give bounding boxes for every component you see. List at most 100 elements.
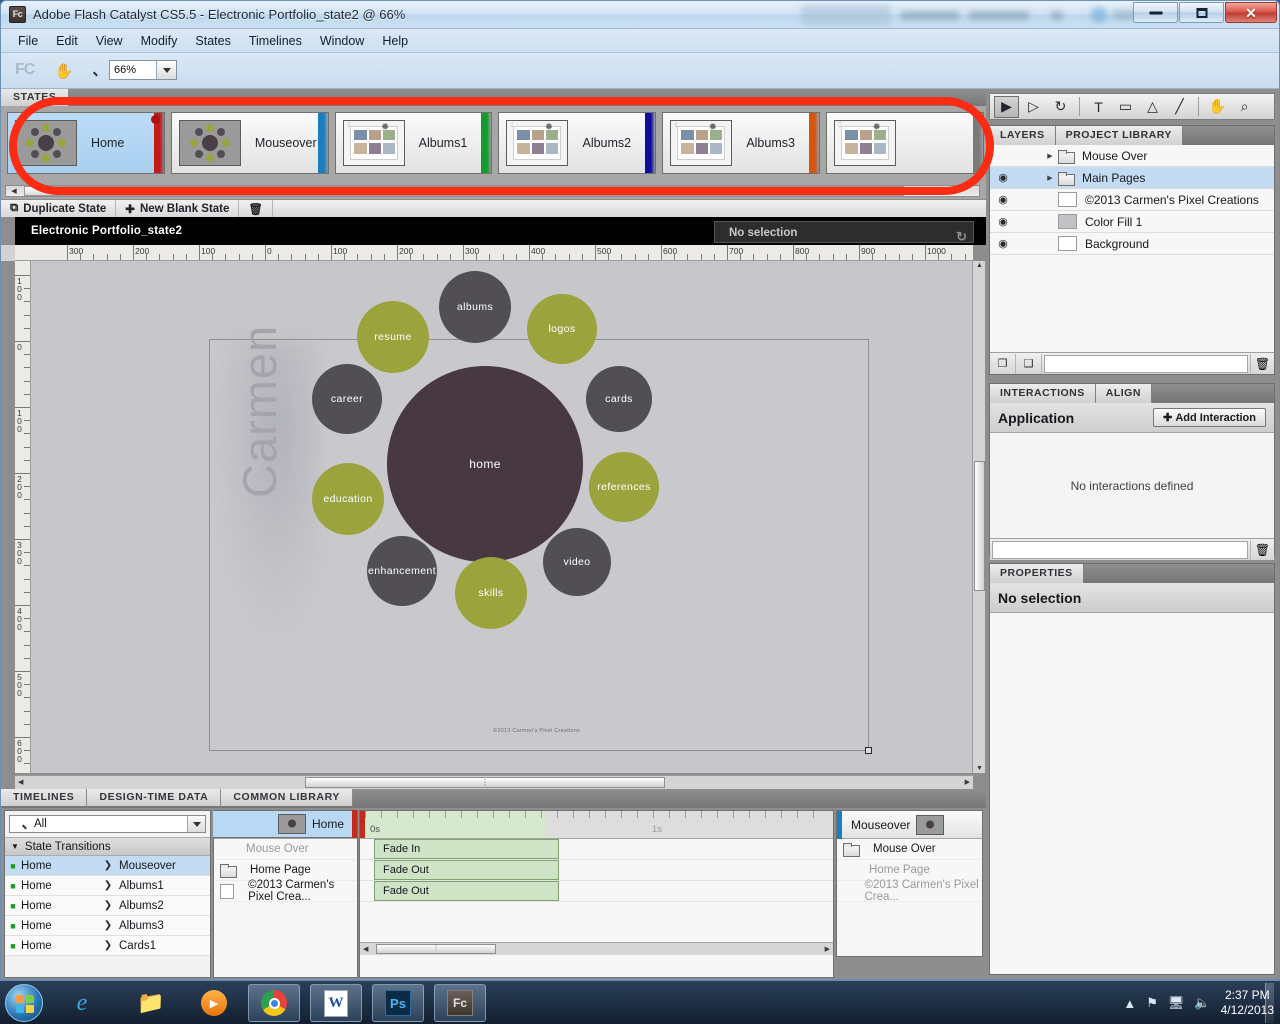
- flash-catalyst-icon[interactable]: Fc: [434, 984, 486, 1022]
- rectangle-icon[interactable]: ▭: [1113, 96, 1138, 118]
- layer-row[interactable]: ◉ ▶ Main Pages: [990, 167, 1274, 189]
- transitions-list[interactable]: ■ Home ❯ Mouseover ■ Home ❯ Albums1 ■ Home ❯ Albums…: [5, 856, 210, 956]
- to-state-object-row[interactable]: ©2013 Carmen's Pixel Crea...: [837, 879, 982, 903]
- eye-icon[interactable]: ◉: [990, 215, 1016, 228]
- internet-explorer-icon[interactable]: e: [56, 984, 108, 1022]
- selection-icon[interactable]: ▶: [994, 95, 1019, 118]
- rotate-icon[interactable]: ↻: [1048, 96, 1073, 118]
- transition-row[interactable]: ■ Home ❯ Albums1: [5, 876, 210, 896]
- media-player-icon[interactable]: ▶: [188, 984, 240, 1022]
- to-state-object-row[interactable]: Home Page: [837, 860, 982, 881]
- layer-row[interactable]: ◉ Color Fill 1: [990, 211, 1274, 233]
- menu-timelines[interactable]: Timelines: [240, 31, 311, 51]
- state-card-home[interactable]: Home: [7, 112, 165, 174]
- tab-common-library[interactable]: COMMON LIBRARY: [221, 789, 353, 806]
- menu-states[interactable]: States: [186, 31, 239, 51]
- google-chrome-icon[interactable]: [248, 984, 300, 1022]
- state-card-albums1[interactable]: ALBUMS ✹ Albums1: [334, 112, 493, 174]
- triangle-icon[interactable]: △: [1140, 96, 1165, 118]
- scroll-left-icon[interactable]: ◀: [18, 778, 23, 786]
- scroll-up-icon[interactable]: ▲: [976, 262, 983, 269]
- tab-interactions[interactable]: INTERACTIONS: [990, 384, 1096, 403]
- scrollbar-thumb[interactable]: [24, 186, 904, 196]
- menu-edit[interactable]: Edit: [47, 31, 87, 51]
- bubble-albums[interactable]: albums: [439, 271, 511, 343]
- tab-timelines[interactable]: TIMELINES: [1, 789, 88, 806]
- chevron-right-icon[interactable]: ▶: [1042, 174, 1058, 182]
- timeline-object-row[interactable]: Mouse Over: [214, 839, 357, 860]
- bubble-references[interactable]: references: [589, 452, 659, 522]
- from-state-header[interactable]: Home: [213, 810, 358, 838]
- chevron-up-icon[interactable]: ▲: [1123, 996, 1136, 1011]
- to-state-header[interactable]: Mouseover: [837, 811, 982, 839]
- bubble-enhancement[interactable]: enhancement: [367, 536, 437, 606]
- hand-icon[interactable]: ✋: [53, 60, 75, 82]
- transition-row[interactable]: ■ Home ❯ Cards1: [5, 936, 210, 956]
- tab-states[interactable]: STATES: [1, 89, 70, 106]
- state-card-albums3[interactable]: ALBUMS ✹ Albums3: [662, 112, 821, 174]
- timeline-tracks[interactable]: Fade In Fade Out Fade Out: [360, 839, 833, 902]
- network-icon[interactable]: 🖥: [1168, 995, 1185, 1011]
- state-card-mouseover[interactable]: Mouseover: [170, 112, 329, 174]
- microsoft-word-icon[interactable]: W: [310, 984, 362, 1022]
- timeline-effect-bar[interactable]: Fade Out: [374, 881, 559, 901]
- photoshop-icon[interactable]: Ps: [372, 984, 424, 1022]
- transition-row[interactable]: ■ Home ❯ Albums2: [5, 896, 210, 916]
- hand-icon[interactable]: ✋: [1205, 96, 1230, 118]
- artboard[interactable]: Carmen ©2013 Carmen's Pixel Creations ho…: [209, 271, 869, 751]
- transition-row[interactable]: ■ Home ❯ Albums3: [5, 916, 210, 936]
- eye-icon[interactable]: ◉: [990, 171, 1016, 184]
- scrollbar-thumb[interactable]: [974, 461, 985, 591]
- tab-layers[interactable]: LAYERS: [990, 126, 1056, 145]
- scrollbar-thumb[interactable]: ⋮: [376, 944, 496, 954]
- zoom-level-combo[interactable]: [109, 60, 177, 80]
- bubble-video[interactable]: video: [543, 528, 611, 596]
- state-transitions-group-header[interactable]: ▼ State Transitions: [5, 837, 210, 856]
- timeline-object-row[interactable]: ©2013 Carmen's Pixel Crea...: [214, 879, 357, 903]
- selection-handle[interactable]: [865, 747, 872, 754]
- timeline-effect-bar[interactable]: Fade In: [374, 839, 559, 859]
- tab-design-time-data[interactable]: DESIGN-TIME DATA: [87, 789, 222, 806]
- canvas-vertical-scrollbar[interactable]: ▲ ▼: [972, 261, 985, 773]
- tab-align[interactable]: ALIGN: [1095, 384, 1152, 403]
- state-card-albums2[interactable]: ALBUMS ✹ Albums2: [498, 112, 657, 174]
- timeline-effect-bar[interactable]: Fade Out: [374, 860, 559, 880]
- trash-icon[interactable]: 🗑: [1250, 353, 1274, 374]
- menu-window[interactable]: Window: [311, 31, 373, 51]
- chevron-right-icon[interactable]: ▶: [1042, 152, 1058, 160]
- volume-icon[interactable]: 🔈: [1194, 995, 1210, 1011]
- transition-row[interactable]: ■ Home ❯ Mouseover: [5, 856, 210, 876]
- new-blank-state-button[interactable]: ✚ New Blank State: [116, 199, 240, 218]
- layers-footer-field[interactable]: [1044, 354, 1248, 373]
- maximize-button[interactable]: [1179, 2, 1224, 23]
- windows-start-orb[interactable]: [5, 984, 43, 1022]
- scroll-down-icon[interactable]: ▼: [976, 765, 983, 772]
- timeline-object-row[interactable]: Home Page: [214, 860, 357, 881]
- scroll-left-icon[interactable]: ◀: [7, 187, 21, 195]
- bubble-education[interactable]: education: [312, 463, 384, 535]
- windows-explorer-icon[interactable]: 📁: [125, 984, 177, 1022]
- direct-selection-icon[interactable]: ▷: [1021, 96, 1046, 118]
- delete-state-button[interactable]: 🗑: [239, 199, 274, 218]
- eye-icon[interactable]: ◉: [990, 193, 1016, 206]
- minimize-button[interactable]: [1133, 2, 1178, 23]
- canvas-horizontal-scrollbar[interactable]: ◀ ⋮ ▶: [15, 775, 973, 789]
- bubble-career[interactable]: career: [312, 364, 382, 434]
- magnifier-icon[interactable]: [81, 60, 103, 82]
- timeline-horizontal-scrollbar[interactable]: ◀ ⋮ ▶: [360, 942, 833, 955]
- tab-properties[interactable]: PROPERTIES: [990, 564, 1084, 583]
- action-center-icon[interactable]: ⚑: [1146, 995, 1158, 1011]
- timeline-track-row[interactable]: Fade Out: [360, 860, 833, 881]
- layer-row[interactable]: ▶ Mouse Over: [990, 145, 1274, 167]
- scroll-left-icon[interactable]: ◀: [363, 945, 368, 953]
- trash-icon[interactable]: 🗑: [1250, 539, 1274, 560]
- new-layer-icon[interactable]: ❐: [990, 353, 1016, 374]
- menu-file[interactable]: File: [9, 31, 47, 51]
- text-icon[interactable]: T: [1086, 96, 1111, 118]
- duplicate-state-button[interactable]: ⧉ Duplicate State: [1, 199, 117, 218]
- interactions-footer-field[interactable]: [992, 540, 1248, 559]
- scroll-right-icon[interactable]: ▶: [965, 778, 970, 786]
- timeline-track-row[interactable]: Fade Out: [360, 881, 833, 902]
- canvas-viewport[interactable]: Carmen ©2013 Carmen's Pixel Creations ho…: [31, 261, 973, 773]
- to-state-object-row[interactable]: Mouse Over: [837, 839, 982, 860]
